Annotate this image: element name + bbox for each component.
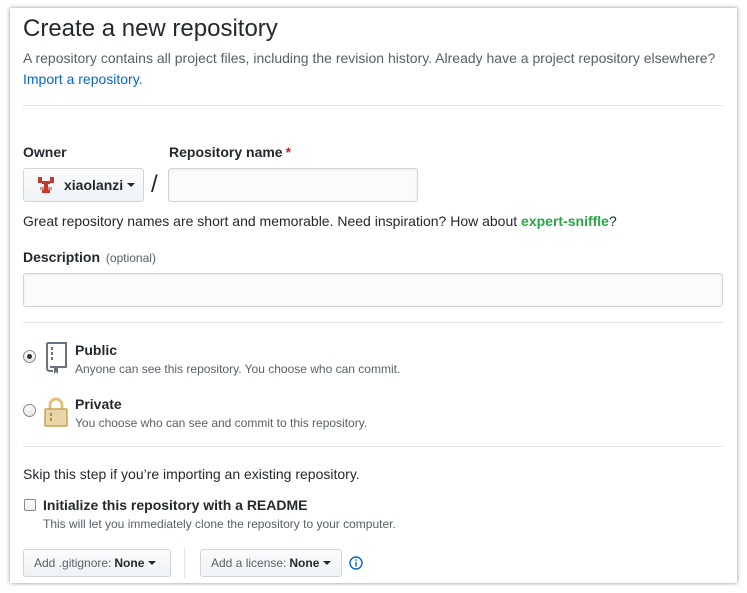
chevron-down-icon <box>127 183 136 187</box>
divider <box>23 446 723 447</box>
vertical-divider <box>184 548 185 578</box>
public-option-title: Public <box>75 342 118 358</box>
public-option-note: Anyone can see this repository. You choo… <box>75 362 401 376</box>
gitignore-label: Add .gitignore: <box>34 556 112 570</box>
repo-book-icon <box>43 342 69 374</box>
owner-dropdown[interactable]: xiaolanzi <box>23 168 144 202</box>
repository-name-input[interactable] <box>168 168 418 202</box>
optional-tag: (optional) <box>105 251 156 265</box>
skip-text: Skip this step if you’re importing an ex… <box>23 466 360 482</box>
identicon-avatar-icon <box>36 175 56 195</box>
init-readme-note: This will let you immediately clone the … <box>43 517 396 531</box>
init-readme-label[interactable]: Initialize this repository with a README <box>43 497 307 513</box>
private-radio[interactable] <box>23 404 36 417</box>
license-label: Add a license: <box>211 556 287 570</box>
private-option-note: You choose who can see and commit to thi… <box>75 416 368 430</box>
repo-name-label: Repository name * <box>169 144 291 160</box>
divider <box>23 105 723 106</box>
gitignore-value: None <box>114 556 145 570</box>
description-label-text: Description <box>23 249 101 265</box>
hint-text: Great repository names are short and mem… <box>23 213 518 229</box>
divider <box>23 322 723 323</box>
private-option-title: Private <box>75 396 122 412</box>
import-repository-link[interactable]: Import a repository. <box>23 71 143 87</box>
repo-name-label-text: Repository name <box>169 144 283 160</box>
description-input[interactable] <box>23 273 723 307</box>
new-repository-panel: Create a new repository A repository con… <box>10 8 737 583</box>
subtitle-text: A repository contains all project files,… <box>23 50 716 66</box>
gitignore-dropdown[interactable]: Add .gitignore: None <box>23 549 171 577</box>
chevron-down-icon <box>148 561 157 565</box>
name-suggestion-link[interactable]: expert-sniffle <box>521 213 609 229</box>
chevron-down-icon <box>323 561 332 565</box>
info-icon[interactable] <box>349 556 363 570</box>
license-value: None <box>289 556 320 570</box>
init-readme-checkbox[interactable] <box>24 499 36 511</box>
license-dropdown[interactable]: Add a license: None <box>200 549 342 577</box>
owner-label: Owner <box>23 144 67 160</box>
repo-name-hint: Great repository names are short and mem… <box>23 213 617 229</box>
required-mark: * <box>285 144 292 160</box>
page-title: Create a new repository <box>23 15 278 42</box>
visibility-option-public[interactable]: Public Anyone can see this repository. Y… <box>23 342 723 382</box>
description-label: Description (optional) <box>23 249 156 265</box>
owner-name: xiaolanzi <box>64 177 124 193</box>
public-radio[interactable] <box>23 350 36 363</box>
visibility-option-private[interactable]: Private You choose who can see and commi… <box>23 396 723 436</box>
lock-icon <box>43 396 69 428</box>
hint-end: ? <box>608 213 617 229</box>
owner-repo-separator: / <box>151 171 158 198</box>
page-subtitle: A repository contains all project files,… <box>23 48 723 90</box>
